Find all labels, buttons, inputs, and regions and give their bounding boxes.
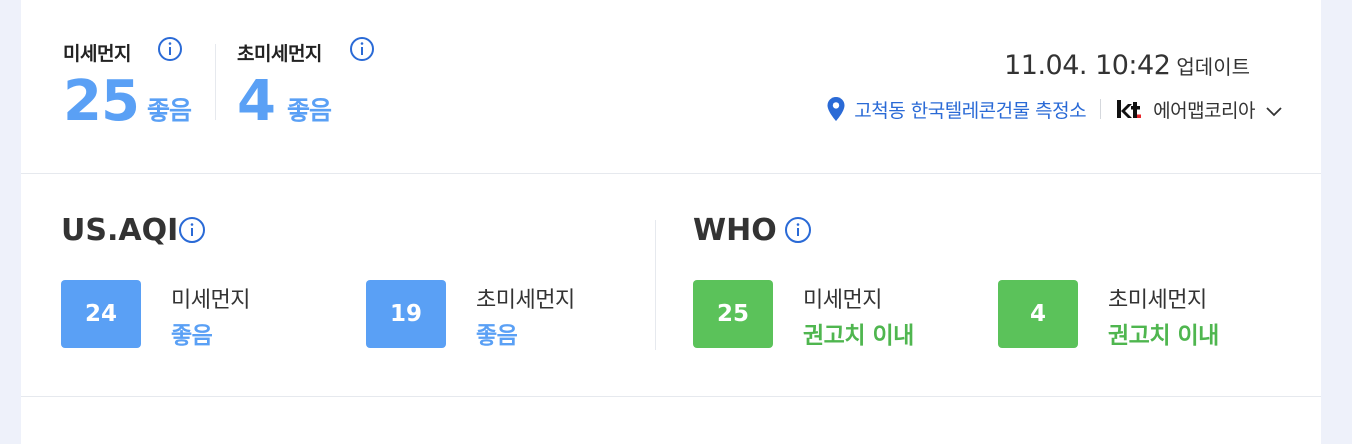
who-pm25-value: 4 [1029,301,1046,327]
us-aqi-title: US.AQI [61,213,179,248]
kt-logo-icon [1117,100,1142,118]
update-info: 11.04. 10:42 업데이트 [1004,50,1250,81]
station-divider [1100,99,1102,119]
standards-divider [655,220,656,350]
update-time: 11.04. 10:42 [1004,50,1171,81]
pm25-value: 4 [237,69,276,134]
us-aqi-pm25-value: 19 [389,301,422,327]
info-icon[interactable] [157,36,183,62]
who-pm25-grade: 권고치 이내 [1108,323,1219,349]
who-pm25-label: 초미세먼지 [1108,288,1207,313]
info-icon[interactable] [785,217,811,243]
us-aqi-pm25-label: 초미세먼지 [476,288,575,313]
info-icon[interactable] [179,217,205,243]
who-pm10-label: 미세먼지 [803,288,882,313]
us-aqi-pm10-value-box: 24 [61,280,141,348]
location-pin-icon [827,97,845,121]
who-pm10-value: 25 [716,301,749,327]
who-pm10-grade: 권고치 이내 [803,323,914,349]
us-aqi-pm10-value: 24 [84,301,117,327]
pm10-value: 25 [63,69,140,134]
who-title: WHO [693,213,777,248]
who-pm25-value-box: 4 [998,280,1078,348]
air-quality-card: 미세먼지 25 좋음 초미세먼지 4 좋음 11.04. 10:42 업데이트 고… [21,0,1321,444]
provider-name: 에어맵코리아 [1153,99,1255,122]
who-pm10-value-box: 25 [693,280,773,348]
us-aqi-pm25-grade: 좋음 [476,323,518,349]
station-selector[interactable]: 고척동 한국텔레콘건물 측정소 에어맵코리아 [826,94,1285,124]
station-name[interactable]: 고척동 한국텔레콘건물 측정소 [854,96,1086,123]
summary-divider [215,44,216,120]
us-aqi-pm25-value-box: 19 [366,280,446,348]
us-aqi-pm10-label: 미세먼지 [171,288,250,313]
pm10-label: 미세먼지 [63,43,131,65]
pm25-grade: 좋음 [287,96,332,125]
update-label: 업데이트 [1176,55,1250,79]
pm25-label: 초미세먼지 [237,43,322,65]
bottom-divider [21,396,1321,397]
chevron-down-icon[interactable] [1263,100,1285,122]
pm10-grade: 좋음 [147,96,192,125]
section-divider [21,173,1321,174]
us-aqi-pm10-grade: 좋음 [171,323,213,349]
info-icon[interactable] [349,36,375,62]
